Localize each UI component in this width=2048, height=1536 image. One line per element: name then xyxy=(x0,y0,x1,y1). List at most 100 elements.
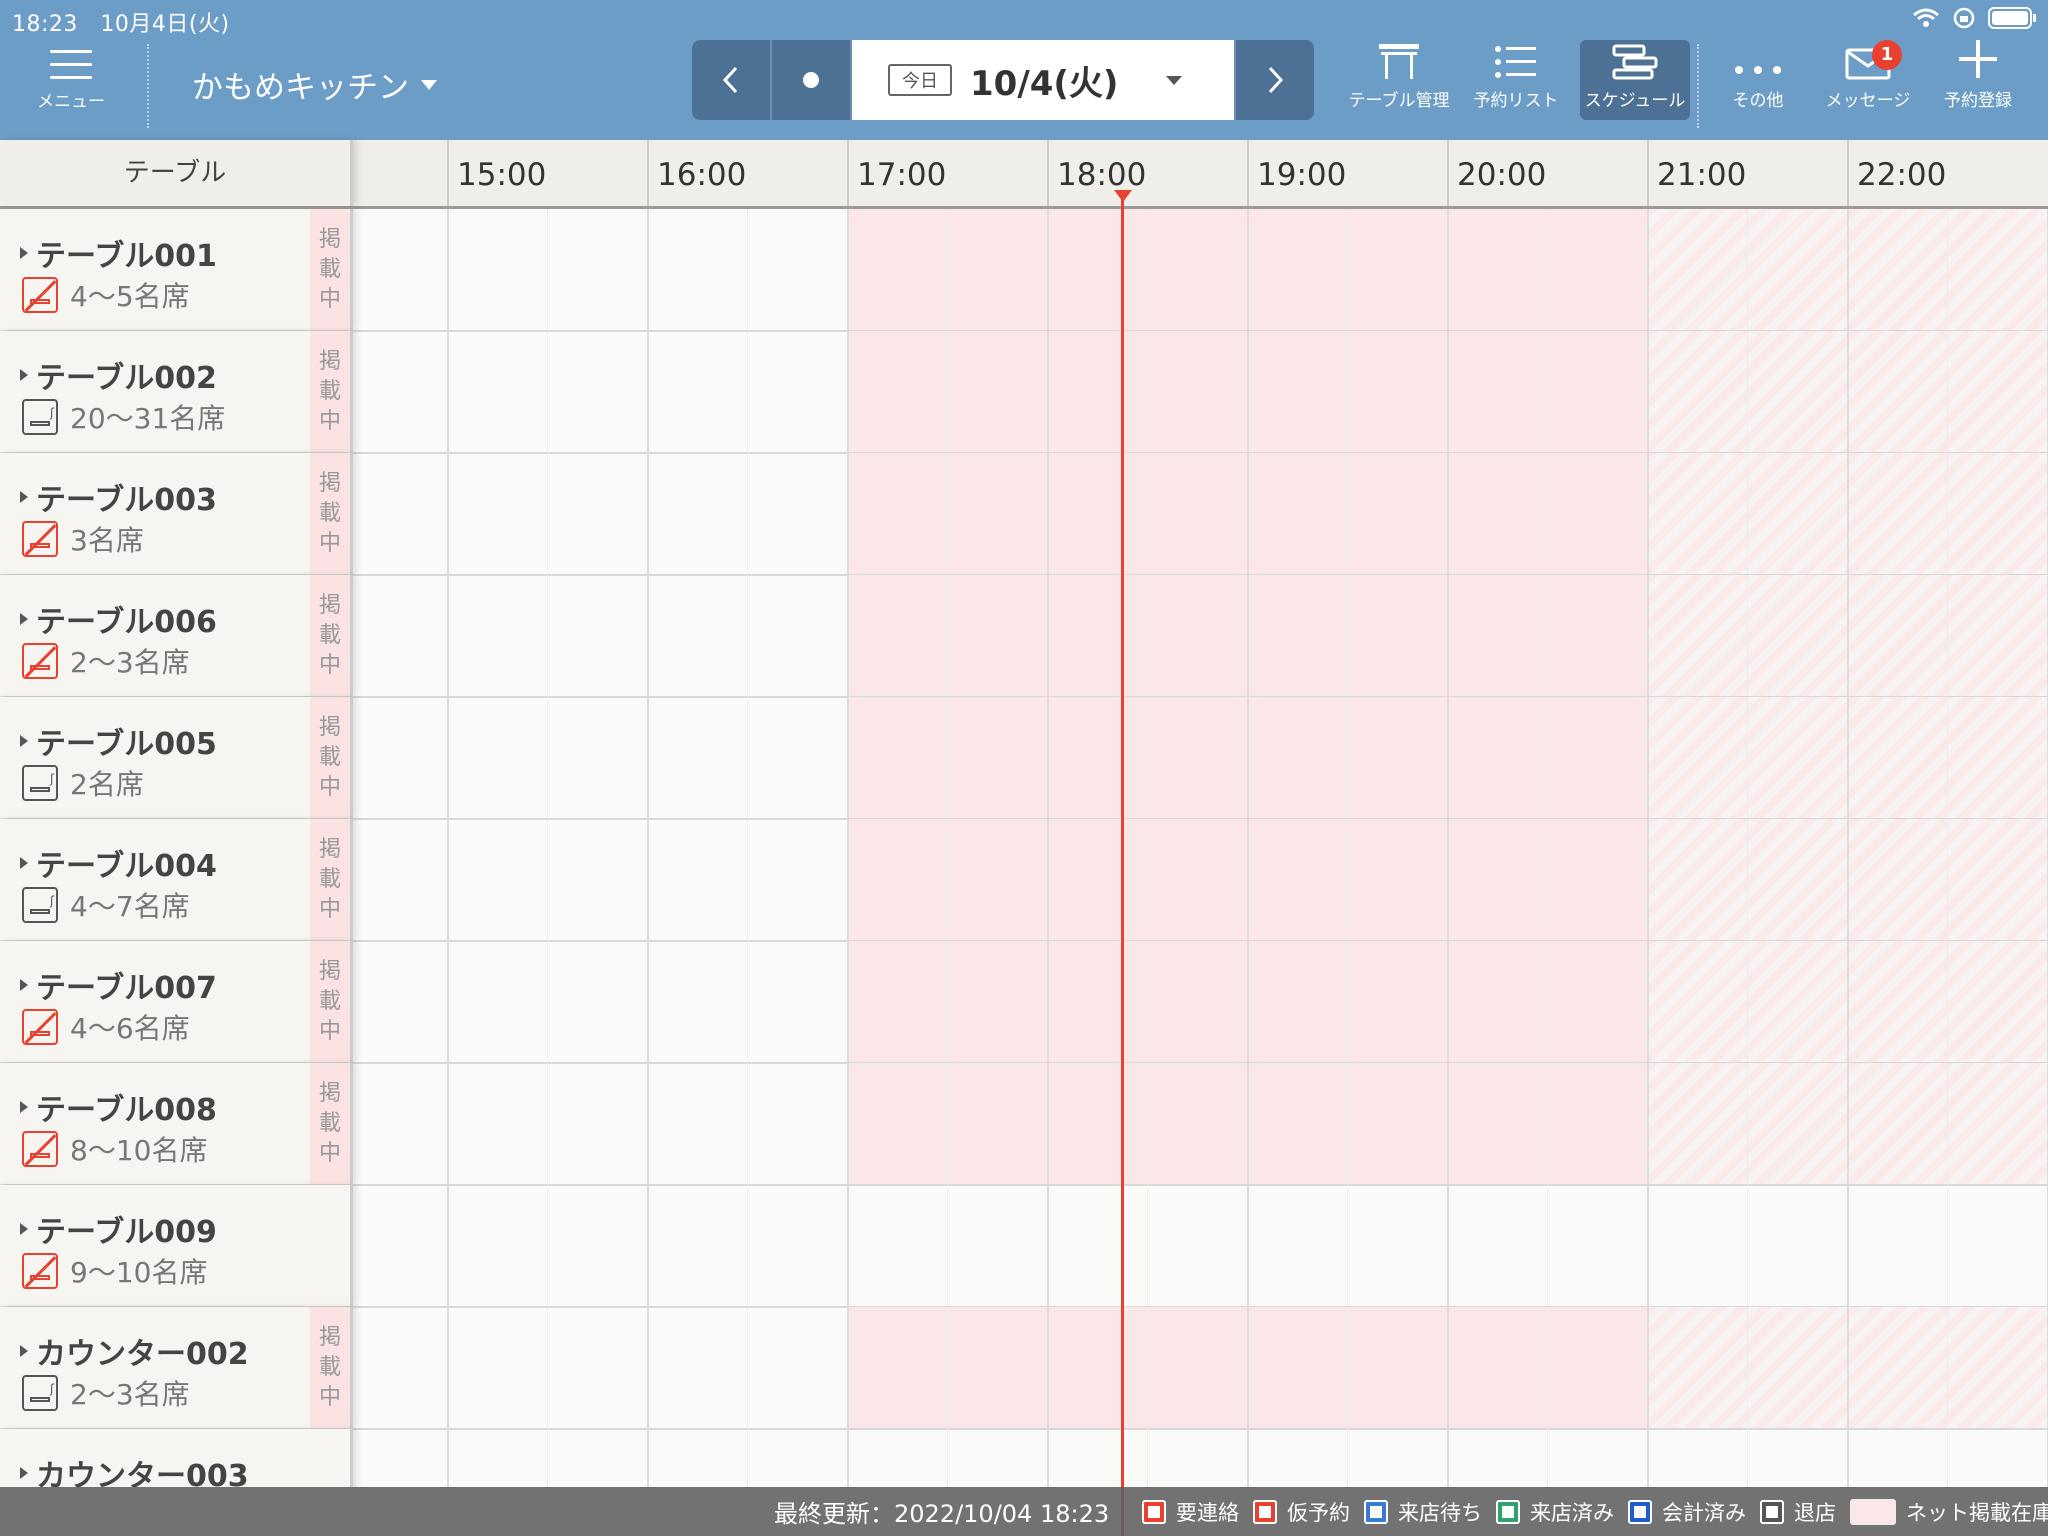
table-info[interactable]: テーブル005 ʃ 2名席 掲載中 xyxy=(0,697,353,818)
grid-line xyxy=(1247,941,1249,1062)
table-row[interactable]: テーブル005 ʃ 2名席 掲載中 xyxy=(0,697,2048,820)
table-row[interactable]: テーブル001 4〜5名席 掲載中 xyxy=(0,209,2048,332)
grid-line xyxy=(1147,209,1148,330)
table-row[interactable]: テーブル007 4〜6名席 掲載中 xyxy=(0,941,2048,1064)
grid-line xyxy=(1447,697,1449,818)
table-row[interactable]: テーブル002 ʃ 20〜31名席 掲載中 xyxy=(0,331,2048,454)
table-name: テーブル007 xyxy=(36,971,217,1006)
grid-line xyxy=(547,1063,548,1184)
table-name: カウンター002 xyxy=(36,1337,249,1372)
timeline-area[interactable] xyxy=(353,941,2048,1062)
table-info[interactable]: テーブル001 4〜5名席 掲載中 xyxy=(0,209,353,330)
menu-button[interactable]: メニュー xyxy=(30,50,112,122)
table-info[interactable]: テーブル002 ʃ 20〜31名席 掲載中 xyxy=(0,331,353,452)
published-tag: 掲載中 xyxy=(310,575,350,696)
table-row[interactable]: テーブル008 8〜10名席 掲載中 xyxy=(0,1063,2048,1186)
table-row[interactable]: テーブル003 3名席 掲載中 xyxy=(0,453,2048,576)
table-info[interactable]: テーブル003 3名席 掲載中 xyxy=(0,453,353,574)
grid-line xyxy=(547,819,548,940)
timeline-area[interactable] xyxy=(353,1307,2048,1428)
grid-line xyxy=(1947,209,1948,330)
grid-line xyxy=(1447,941,1449,1062)
grid-line xyxy=(1147,1063,1148,1184)
grid-line xyxy=(1147,331,1148,452)
timeline-area[interactable] xyxy=(353,209,2048,330)
timeline-area[interactable] xyxy=(353,697,2048,818)
table-info[interactable]: テーブル007 4〜6名席 掲載中 xyxy=(0,941,353,1062)
grid-line xyxy=(547,697,548,818)
today-button[interactable] xyxy=(772,40,852,120)
hour-label: 21:00 xyxy=(1647,140,1746,206)
table-row[interactable]: カウンター0032名席 xyxy=(0,1429,2048,1487)
grid-line xyxy=(1447,1307,1449,1428)
store-selector[interactable]: かもめキッチン xyxy=(192,62,437,107)
grid-line xyxy=(547,1307,548,1428)
status-icons xyxy=(1912,6,2038,30)
table-row[interactable]: カウンター002 ʃ 2〜3名席 掲載中 xyxy=(0,1307,2048,1430)
legend: 要連絡 仮予約 来店待ち 来店済み 会計済み 退店 ネット掲載在庫 xyxy=(1142,1497,2048,1527)
grid-line xyxy=(1147,575,1148,696)
grid-line xyxy=(947,1429,948,1487)
hour-label: 20:00 xyxy=(1447,140,1546,206)
timeline-area[interactable] xyxy=(353,819,2048,940)
table-row[interactable]: テーブル006 2〜3名席 掲載中 xyxy=(0,575,2048,698)
timeline-area[interactable] xyxy=(353,453,2048,574)
triangle-right-icon xyxy=(20,857,28,869)
grid-line xyxy=(1147,1429,1148,1487)
timeline-area[interactable] xyxy=(353,331,2048,452)
table-info[interactable]: カウンター002 ʃ 2〜3名席 掲載中 xyxy=(0,1307,353,1428)
grid-line xyxy=(1547,1429,1548,1487)
seat-info: 8〜10名席 xyxy=(22,1129,207,1169)
date-picker[interactable]: 今日 10/4(火) xyxy=(852,40,1234,120)
table-info[interactable]: テーブル004 ʃ 4〜7名席 掲載中 xyxy=(0,819,353,940)
table-name: テーブル006 xyxy=(36,605,217,640)
divider xyxy=(147,44,149,128)
prev-day-button[interactable] xyxy=(692,40,772,120)
toolbar-label: その他 xyxy=(1732,91,1784,111)
grid-line xyxy=(1947,453,1948,574)
schedule-header: テーブル 15:00 16:00 17:00 18:00 19:00 20:00 21:00… xyxy=(0,140,2048,209)
schedule-button[interactable]: スケジュール xyxy=(1580,40,1690,120)
grid-line xyxy=(747,941,748,1062)
triangle-right-icon xyxy=(20,1467,28,1479)
table-name-wrap: テーブル003 xyxy=(20,475,217,519)
legend-swatch xyxy=(1760,1500,1784,1524)
smoking-icon: ʃ xyxy=(22,765,58,801)
message-button[interactable]: 1 メッセージ xyxy=(1814,40,1922,120)
triangle-right-icon xyxy=(20,1101,28,1113)
list-icon xyxy=(1495,46,1536,78)
table-info[interactable]: カウンター0032名席 xyxy=(0,1429,353,1487)
grid-line xyxy=(1947,1429,1948,1487)
table-info[interactable]: テーブル006 2〜3名席 掲載中 xyxy=(0,575,353,696)
table-name: カウンター003 xyxy=(36,1459,249,1487)
grid-line xyxy=(1447,575,1449,696)
next-day-button[interactable] xyxy=(1234,40,1314,120)
table-management-button[interactable]: テーブル管理 xyxy=(1340,40,1458,120)
table-name: テーブル002 xyxy=(36,361,217,396)
table-info[interactable]: テーブル008 8〜10名席 掲載中 xyxy=(0,1063,353,1184)
published-tag: 掲載中 xyxy=(310,209,350,330)
grid-line xyxy=(1847,819,1849,940)
legend-item: 要連絡 xyxy=(1142,1497,1239,1527)
other-button[interactable]: その他 xyxy=(1710,40,1806,120)
grid-line xyxy=(1247,1185,1249,1306)
table-row[interactable]: テーブル009 9〜10名席 xyxy=(0,1185,2048,1308)
grid-line xyxy=(1947,331,1948,452)
table-name-wrap: テーブル006 xyxy=(20,597,217,641)
timeline-area[interactable] xyxy=(353,1185,2048,1306)
grid-line xyxy=(1547,1185,1548,1306)
published-tag: 掲載中 xyxy=(310,453,350,574)
grid-line xyxy=(647,1185,649,1306)
new-reservation-button[interactable]: 予約登録 xyxy=(1932,40,2024,120)
legend-item: 会計済み xyxy=(1628,1497,1746,1527)
reservation-list-button[interactable]: 予約リスト xyxy=(1468,40,1564,120)
table-info[interactable]: テーブル009 9〜10名席 xyxy=(0,1185,353,1306)
timeline-area[interactable] xyxy=(353,1063,2048,1184)
timeline-area[interactable] xyxy=(353,575,2048,696)
grid-line xyxy=(747,1063,748,1184)
grid-line xyxy=(1647,1307,1649,1428)
wifi-icon xyxy=(1913,8,1939,27)
published-char: 中 xyxy=(318,1140,341,1166)
timeline-area[interactable] xyxy=(353,1429,2048,1487)
table-row[interactable]: テーブル004 ʃ 4〜7名席 掲載中 xyxy=(0,819,2048,942)
